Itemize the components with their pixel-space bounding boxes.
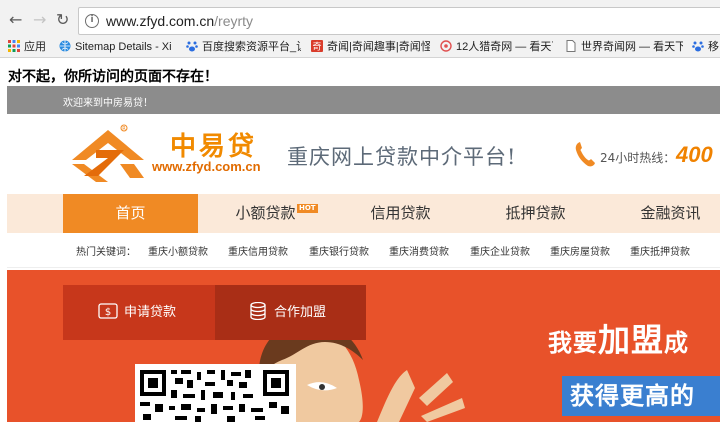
bookmark-12ren[interactable]: 12人猎奇网 — 看天下 [440, 40, 553, 56]
phone-icon [575, 142, 595, 167]
bookmark-label: Sitemap Details - Xi [75, 41, 172, 53]
bookmark-more[interactable]: 移 [692, 40, 720, 56]
keyword-link[interactable]: 重庆银行贷款 [309, 243, 369, 258]
ad-subline: 获得更高的 [562, 376, 720, 416]
bookmark-label: 世界奇闻网 — 看天下 [581, 41, 683, 53]
reload-button[interactable]: ↻ [56, 12, 69, 28]
page-icon [566, 40, 576, 52]
logo-url: www.zfyd.com.cn [152, 159, 261, 174]
hotline-label: 24小时热线： [600, 151, 676, 165]
menu-small-loans[interactable]: 小额贷款 [198, 194, 333, 233]
bookmark-shijie[interactable]: 世界奇闻网 — 看天下 [565, 40, 683, 56]
bookmarks-bar: 应用 Sitemap Details - Xi 百度搜索资源平台_让 奇奇闻|奇… [0, 38, 720, 58]
svg-text:奇: 奇 [312, 41, 321, 53]
menu-finance-news[interactable]: 金融资讯 [603, 194, 720, 233]
keyword-link[interactable]: 重庆房屋贷款 [550, 243, 610, 258]
database-icon [250, 301, 266, 321]
svg-text:$: $ [105, 307, 111, 318]
bookmark-qiwen[interactable]: 奇奇闻|奇闻趣事|奇闻怪 [311, 40, 430, 56]
baidu-paw-icon [692, 41, 704, 52]
site-icon [440, 40, 452, 52]
menu-small-loans-label: 小额贷款 [235, 204, 296, 222]
tab-partner-join-label: 合作加盟 [274, 305, 327, 320]
bookmark-label: 应用 [24, 41, 46, 53]
welcome-text: 欢迎来到中房易贷！ [63, 98, 153, 109]
logo-name[interactable]: 中易贷 [170, 126, 257, 163]
info-icon[interactable]: i [85, 14, 99, 28]
back-button[interactable]: ← [9, 12, 22, 28]
error-message: 对不起，你所访问的页面不存在！ [8, 68, 218, 84]
url-path: /reyrty [214, 13, 254, 29]
hot-badge: HOT [297, 204, 318, 213]
welcome-bar: 欢迎来到中房易贷！ [7, 86, 720, 114]
svg-text:R: R [122, 126, 126, 132]
keyword-link[interactable]: 重庆消费贷款 [389, 243, 449, 258]
menu-mortgage-loans[interactable]: 抵押贷款 [468, 194, 603, 233]
bookmark-label: 12人猎奇网 — 看天下 [456, 41, 553, 53]
keyword-link[interactable]: 重庆小额贷款 [148, 243, 208, 258]
menu-home[interactable]: 首页 [63, 194, 198, 233]
bookmark-label: 移 [708, 41, 719, 53]
tab-partner-join[interactable]: 合作加盟 [215, 285, 366, 340]
globe-icon [59, 40, 71, 52]
ad-line1-b: 加盟 [598, 321, 665, 359]
browser-toolbar: ← → ↻ i www.zfyd.com.cn/reyrty [0, 0, 720, 40]
tab-apply-loan-label: 申请贷款 [124, 305, 177, 320]
logo-mark-icon[interactable]: R [68, 124, 146, 184]
ad-headline: 我要加盟成 [548, 315, 689, 361]
site-icon: 奇 [311, 40, 323, 52]
address-bar[interactable]: i www.zfyd.com.cn/reyrty [78, 7, 720, 35]
ad-line1-c: 成 [664, 329, 690, 357]
keywords-label: 热门关键词： [76, 247, 136, 258]
bookmark-label: 百度搜索资源平台_让 [202, 41, 301, 53]
bookmark-sitemap[interactable]: Sitemap Details - Xi [59, 40, 175, 56]
qr-code [135, 364, 296, 422]
bookmark-label: 奇闻|奇闻趣事|奇闻怪 [327, 41, 430, 53]
forward-button[interactable]: → [33, 12, 46, 28]
keyword-link[interactable]: 重庆企业贷款 [470, 243, 530, 258]
bookmark-apps[interactable]: 应用 [8, 40, 46, 56]
ad-line1-a: 我要 [548, 329, 598, 357]
baidu-paw-icon [186, 41, 198, 52]
menu-credit-loans[interactable]: 信用贷款 [333, 194, 468, 233]
keyword-link[interactable]: 重庆抵押贷款 [630, 243, 690, 258]
site-slogan: 重庆网上贷款中介平台! [287, 145, 517, 169]
tab-apply-loan[interactable]: $ 申请贷款 [98, 285, 176, 340]
hotline-number: 400 [676, 142, 713, 167]
keyword-link[interactable]: 重庆信用贷款 [228, 243, 288, 258]
dollar-doc-icon: $ [98, 303, 118, 319]
url-host: www.zfyd.com.cn [106, 13, 215, 29]
apps-grid-icon [8, 40, 20, 52]
url-text[interactable]: www.zfyd.com.cn/reyrty [106, 13, 253, 29]
bookmark-baidu[interactable]: 百度搜索资源平台_让 [186, 40, 301, 56]
